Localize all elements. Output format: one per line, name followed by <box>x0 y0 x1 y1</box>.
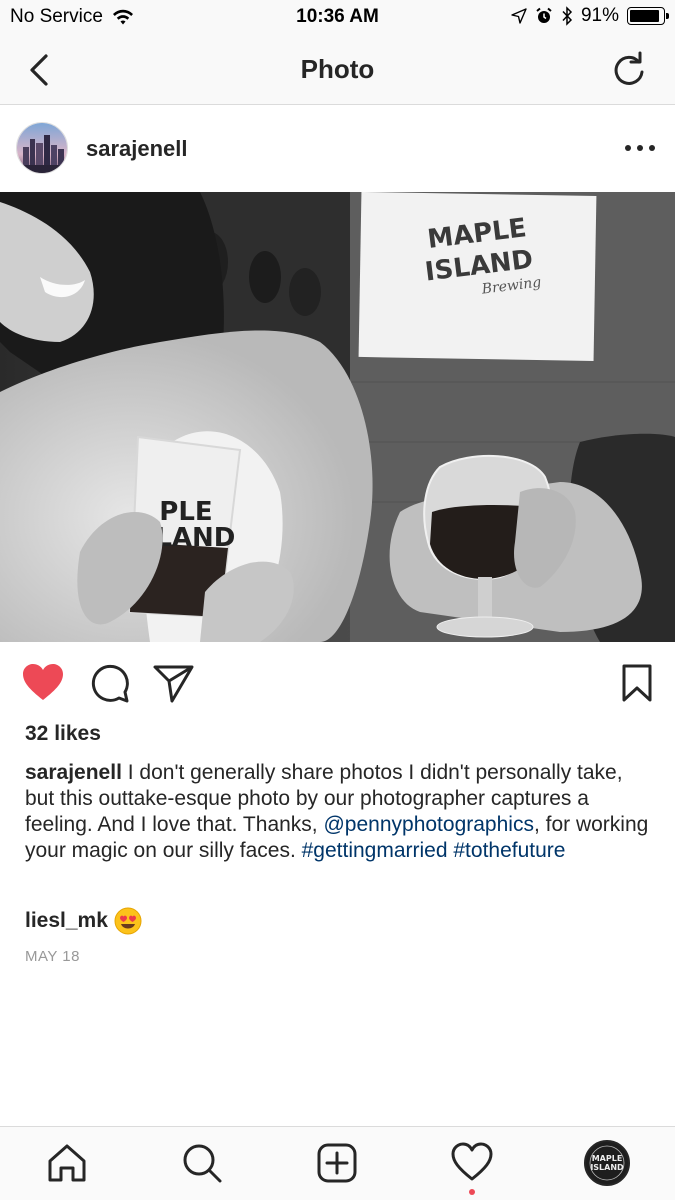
share-paper-plane-icon[interactable] <box>152 662 196 704</box>
post-date: MAY 18 <box>25 948 80 965</box>
battery-icon <box>627 7 669 25</box>
page-title: Photo <box>300 54 375 84</box>
hashtag-link[interactable]: #gettingmarried <box>302 839 448 862</box>
profile-avatar[interactable]: MAPLE ISLAND <box>584 1140 630 1186</box>
post-actions <box>0 642 675 722</box>
tab-bar: MAPLE ISLAND <box>0 1126 675 1200</box>
likes-count[interactable]: 32 likes <box>25 722 101 746</box>
status-right: 91% <box>511 5 669 27</box>
avatar-city-skyline-image <box>17 123 67 173</box>
add-icon[interactable] <box>315 1141 359 1185</box>
profile-logo-line1: MAPLE <box>592 1154 623 1163</box>
profile-logo-line2: ISLAND <box>590 1163 624 1172</box>
profile-logo-icon: MAPLE ISLAND <box>586 1142 628 1184</box>
activity-heart-icon[interactable] <box>450 1141 494 1185</box>
activity-notification-dot <box>469 1189 475 1195</box>
status-bar: No Service 10:36 AM 91% <box>0 0 675 36</box>
dot <box>637 145 643 151</box>
post-caption: sarajenell I don't generally share photo… <box>25 760 655 864</box>
avatar[interactable] <box>16 122 68 174</box>
comment-icon[interactable] <box>87 662 131 704</box>
dot <box>625 145 631 151</box>
post-photo-image: MAPLE ISLAND Brewing PLE SLAND <box>0 192 675 642</box>
nav-bar: Photo <box>0 36 675 105</box>
post-header: sarajenell <box>0 105 675 192</box>
heart-eyes-emoji-icon <box>114 907 142 935</box>
like-heart-icon[interactable] <box>21 662 65 704</box>
more-options-icon[interactable] <box>625 135 655 161</box>
bookmark-icon[interactable] <box>615 662 659 704</box>
bluetooth-icon <box>562 6 573 26</box>
location-arrow-icon <box>511 8 527 24</box>
battery-percent: 91% <box>580 5 619 26</box>
comment-username[interactable]: liesl_mk <box>25 909 108 933</box>
search-icon[interactable] <box>180 1141 224 1185</box>
mention-link[interactable]: @pennyphotographics <box>323 813 533 836</box>
hashtag-link[interactable]: #tothefuture <box>453 839 565 862</box>
post-photo[interactable]: MAPLE ISLAND Brewing PLE SLAND <box>0 192 675 642</box>
post-username[interactable]: sarajenell <box>86 136 188 162</box>
battery-level <box>630 10 660 22</box>
dot <box>649 145 655 151</box>
home-icon[interactable] <box>45 1141 89 1185</box>
alarm-icon <box>536 7 552 23</box>
refresh-icon[interactable] <box>609 50 649 90</box>
caption-username[interactable]: sarajenell <box>25 761 122 784</box>
comment: liesl_mk <box>25 907 142 935</box>
